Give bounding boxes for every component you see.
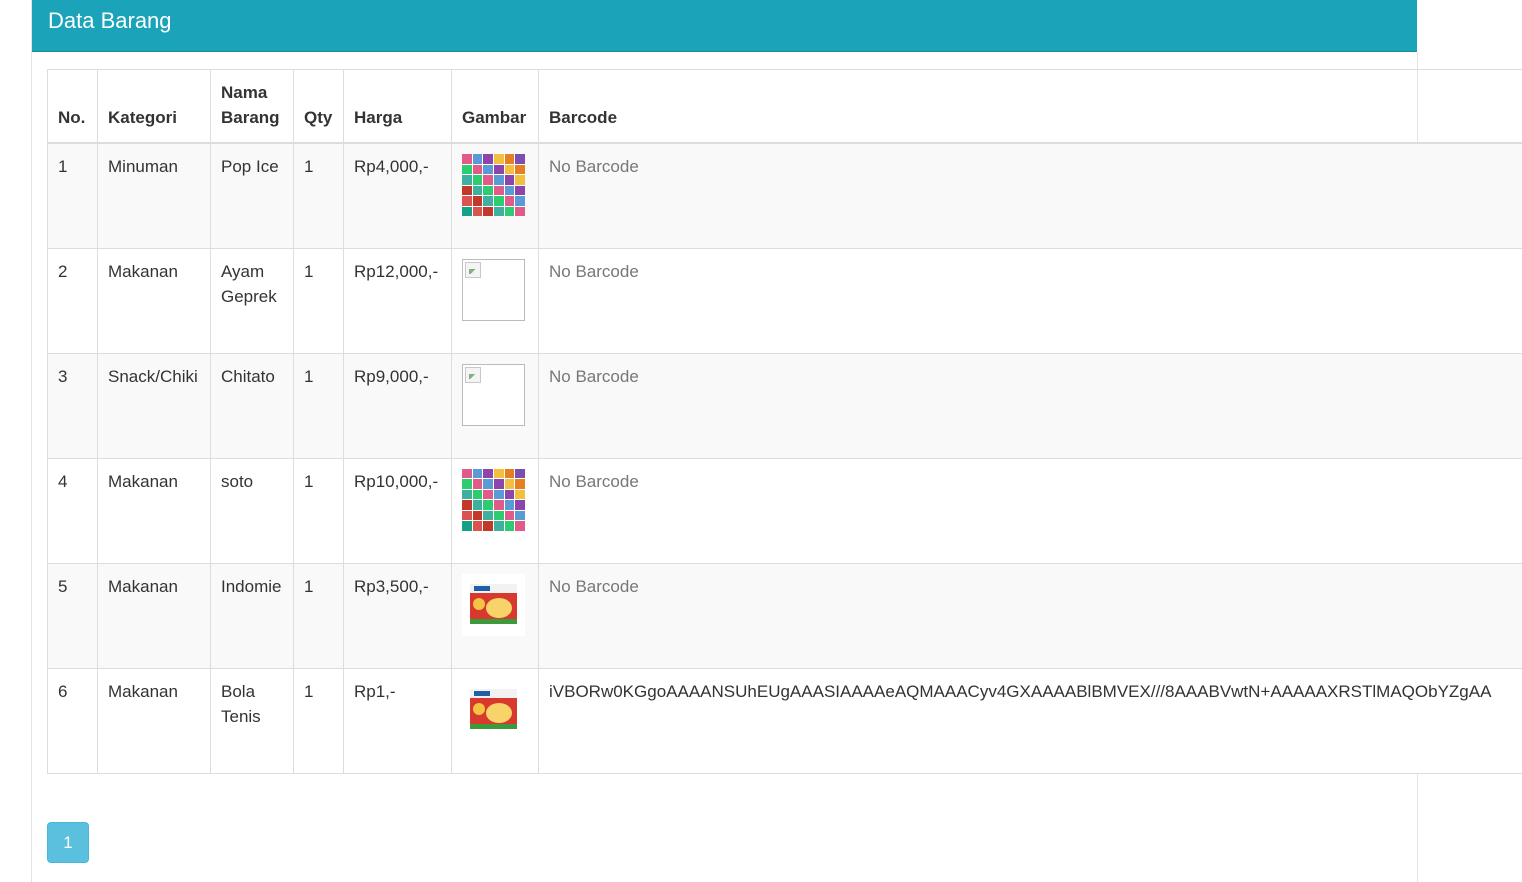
cell-nama-barang: Ayam Geprek [210, 247, 294, 354]
col-header-gambar: Gambar [451, 69, 539, 144]
cell-qty: 1 [293, 142, 344, 249]
cell-no: 6 [47, 667, 98, 774]
noodle-pack-image [462, 573, 525, 636]
col-header-kategori: Kategori [97, 69, 211, 144]
cell-gambar [451, 562, 539, 669]
broken-image-icon [462, 363, 525, 426]
cell-qty: 1 [293, 667, 344, 774]
cell-no: 1 [47, 142, 98, 249]
cell-kategori: Makanan [97, 247, 211, 354]
cell-qty: 1 [293, 562, 344, 669]
cell-gambar [451, 142, 539, 249]
cell-gambar [451, 457, 539, 564]
cell-kategori: Makanan [97, 562, 211, 669]
table-row: 6 Makanan Bola Tenis 1 Rp1,- iVBORw0KGgo… [47, 667, 1522, 774]
cell-gambar [451, 667, 539, 774]
cell-barcode: iVBORw0KGgoAAAANSUhEUgAAASIAAAAeAQMAAACy… [538, 667, 1522, 774]
product-mosaic-image [462, 468, 525, 531]
page-border-left [31, 0, 32, 882]
cell-no: 5 [47, 562, 98, 669]
broken-image-icon [462, 258, 525, 321]
col-header-nama-barang: Nama Barang [210, 69, 294, 144]
data-table: No. Kategori Nama Barang Qty Harga Gamba… [47, 69, 1522, 774]
cell-qty: 1 [293, 247, 344, 354]
panel-heading: Data Barang [32, 0, 1417, 52]
cell-kategori: Minuman [97, 142, 211, 249]
table-header-row: No. Kategori Nama Barang Qty Harga Gamba… [47, 69, 1522, 144]
cell-harga: Rp1,- [343, 667, 452, 774]
product-mosaic-image [462, 154, 525, 216]
cell-nama-barang: Bola Tenis [210, 667, 294, 774]
cell-barcode: No Barcode [538, 247, 1522, 354]
cell-nama-barang: Pop Ice [210, 142, 294, 249]
col-header-qty: Qty [293, 69, 344, 144]
page-button-1[interactable]: 1 [47, 822, 89, 863]
table-row: 4 Makanan soto 1 Rp10,000,- No Barcode [47, 457, 1522, 564]
cell-gambar [451, 247, 539, 354]
cell-nama-barang: soto [210, 457, 294, 564]
cell-kategori: Snack/Chiki [97, 352, 211, 459]
cell-qty: 1 [293, 457, 344, 564]
cell-nama-barang: Indomie [210, 562, 294, 669]
panel-title: Data Barang [48, 8, 172, 33]
cell-barcode: No Barcode [538, 457, 1522, 564]
cell-harga: Rp4,000,- [343, 142, 452, 249]
cell-harga: Rp9,000,- [343, 352, 452, 459]
cell-qty: 1 [293, 352, 344, 459]
cell-barcode: No Barcode [538, 352, 1522, 459]
table-row: 5 Makanan Indomie 1 Rp3,500,- No Barcode [47, 562, 1522, 669]
cell-no: 3 [47, 352, 98, 459]
table-row: 3 Snack/Chiki Chitato 1 Rp9,000,- No Bar… [47, 352, 1522, 459]
cell-kategori: Makanan [97, 667, 211, 774]
cell-barcode: No Barcode [538, 142, 1522, 249]
cell-harga: Rp10,000,- [343, 457, 452, 564]
cell-harga: Rp12,000,- [343, 247, 452, 354]
table-row: 1 Minuman Pop Ice 1 Rp4,000,- No Barcode [47, 142, 1522, 249]
cell-nama-barang: Chitato [210, 352, 294, 459]
cell-gambar [451, 352, 539, 459]
col-header-no: No. [47, 69, 98, 144]
col-header-harga: Harga [343, 69, 452, 144]
table-row: 2 Makanan Ayam Geprek 1 Rp12,000,- No Ba… [47, 247, 1522, 354]
noodle-pack-image [462, 678, 525, 741]
pagination: 1 [47, 822, 89, 863]
cell-no: 4 [47, 457, 98, 564]
cell-no: 2 [47, 247, 98, 354]
cell-kategori: Makanan [97, 457, 211, 564]
col-header-barcode: Barcode [538, 69, 1522, 144]
cell-harga: Rp3,500,- [343, 562, 452, 669]
cell-barcode: No Barcode [538, 562, 1522, 669]
